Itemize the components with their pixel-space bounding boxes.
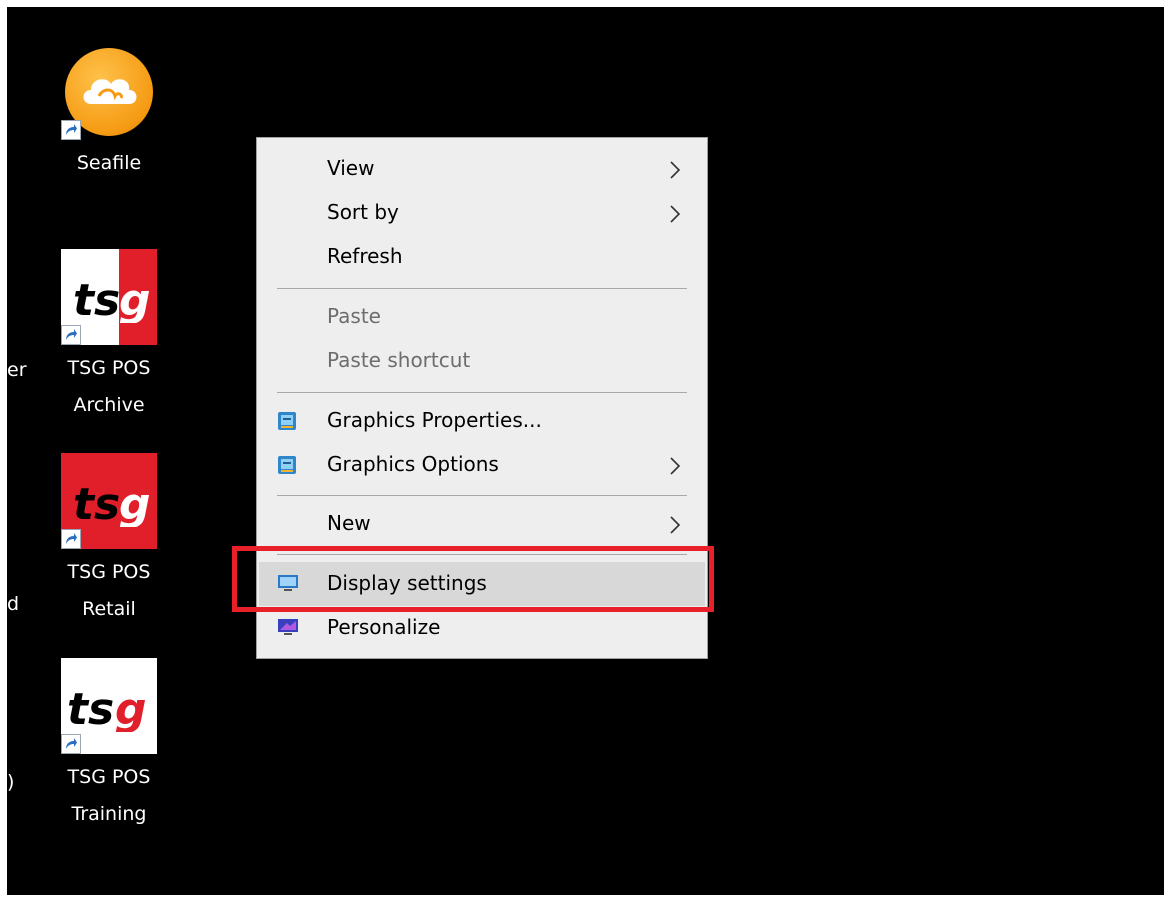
menu-item-refresh[interactable]: Refresh <box>259 235 705 279</box>
svg-text:ts: ts <box>73 275 120 323</box>
menu-item-label: Paste shortcut <box>327 348 471 372</box>
intel-graphics-icon <box>278 412 296 430</box>
chevron-right-icon <box>670 457 681 475</box>
seafile-cloud-icon <box>61 44 157 140</box>
menu-item-paste-shortcut: Paste shortcut <box>259 339 705 383</box>
menu-item-label: Graphics Properties... <box>327 408 542 432</box>
svg-text:g: g <box>119 275 149 323</box>
menu-item-paste: Paste <box>259 295 705 339</box>
personalize-icon <box>278 619 298 635</box>
desktop-icon-label: TSG POS Training <box>49 759 169 833</box>
menu-item-label: Paste <box>327 304 381 328</box>
svg-text:g: g <box>115 684 147 732</box>
desktop-context-menu: View Sort by Refresh Paste Paste shortcu… <box>256 137 708 659</box>
label-line: Retail <box>82 598 136 620</box>
desktop-icon-label: TSG POS Retail <box>49 554 169 628</box>
edge-text-fragment: er <box>7 359 27 381</box>
menu-separator <box>277 392 687 393</box>
desktop-icon-label: TSG POS Archive <box>49 350 169 424</box>
tsg-logo-icon: ts g <box>61 249 157 345</box>
desktop-icon-label: Seafile <box>76 152 142 174</box>
menu-separator <box>277 288 687 289</box>
chevron-right-icon <box>670 161 681 179</box>
intel-graphics-icon <box>278 456 296 474</box>
shortcut-arrow-icon <box>61 120 81 140</box>
chevron-right-icon <box>670 205 681 223</box>
desktop-icon-tsg-pos-retail[interactable]: ts g TSG POS Retail <box>49 453 169 628</box>
edge-text-fragment: ) <box>7 771 15 793</box>
menu-item-label: New <box>327 511 371 535</box>
menu-item-label: Sort by <box>327 200 399 224</box>
menu-item-label: View <box>327 156 375 180</box>
menu-item-new[interactable]: New <box>259 502 705 546</box>
tsg-logo-icon: ts g <box>61 453 157 549</box>
edge-text-fragment: d <box>7 593 20 615</box>
desktop-icon-tsg-pos-training[interactable]: ts g TSG POS Training <box>49 658 169 833</box>
shortcut-arrow-icon <box>61 325 81 345</box>
shortcut-arrow-icon <box>61 734 81 754</box>
label-line: TSG POS <box>67 357 151 379</box>
tsg-logo-icon: ts g <box>61 658 157 754</box>
menu-item-display-settings[interactable]: Display settings <box>259 562 705 606</box>
menu-item-view[interactable]: View <box>259 147 705 191</box>
svg-text:ts: ts <box>67 684 114 732</box>
svg-text:ts: ts <box>73 479 120 527</box>
svg-text:g: g <box>119 479 149 527</box>
chevron-right-icon <box>670 516 681 534</box>
menu-item-sort-by[interactable]: Sort by <box>259 191 705 235</box>
menu-item-label: Personalize <box>327 615 441 639</box>
menu-separator <box>277 554 687 555</box>
label-line: Training <box>71 803 147 825</box>
desktop-icon-tsg-pos-archive[interactable]: ts g TSG POS Archive <box>49 249 169 424</box>
menu-item-personalize[interactable]: Personalize <box>259 606 705 650</box>
desktop-background[interactable]: er d ) Seafile ts g TSG POS Archive ts g… <box>7 7 1164 895</box>
label-line: TSG POS <box>67 561 151 583</box>
menu-item-label: Refresh <box>327 244 403 268</box>
shortcut-arrow-icon <box>61 529 81 549</box>
monitor-icon <box>278 575 298 591</box>
menu-item-graphics-properties[interactable]: Graphics Properties... <box>259 399 705 443</box>
menu-item-graphics-options[interactable]: Graphics Options <box>259 443 705 487</box>
label-line: Archive <box>73 394 145 416</box>
label-line: TSG POS <box>67 766 151 788</box>
menu-separator <box>277 495 687 496</box>
desktop-icon-seafile[interactable]: Seafile <box>49 44 169 182</box>
menu-item-label: Display settings <box>327 571 487 595</box>
menu-item-label: Graphics Options <box>327 452 499 476</box>
